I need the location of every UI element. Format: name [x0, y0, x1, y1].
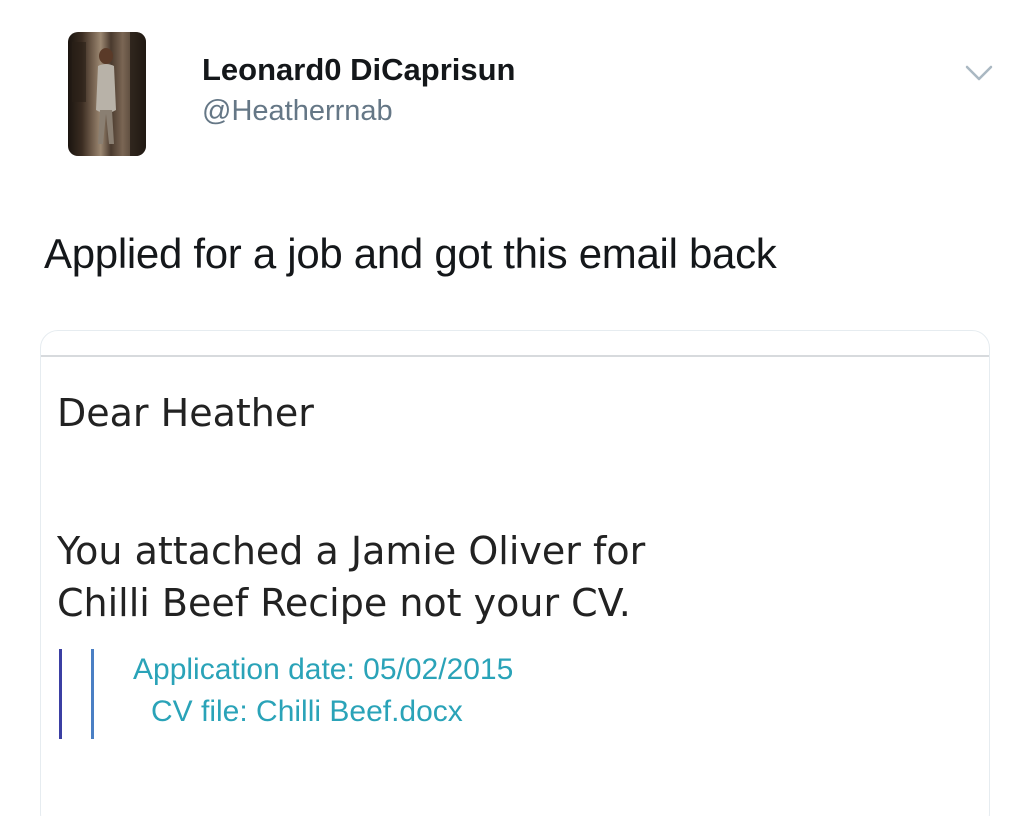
tweet-header: Leonard0 DiCaprisun @Heatherrnab	[68, 30, 1008, 160]
quote-bar	[91, 649, 94, 739]
application-date: Application date: 05/02/2015	[133, 653, 514, 686]
tweet-text: Applied for a job and got this email bac…	[44, 230, 777, 277]
card-divider	[41, 355, 989, 357]
avatar[interactable]	[68, 32, 146, 156]
chevron-down-icon[interactable]	[964, 62, 994, 84]
tweet-media-card[interactable]: Dear Heather You attached a Jamie Oliver…	[40, 330, 990, 816]
email-body: You attached a Jamie Oliver for Chilli B…	[57, 525, 645, 629]
email-body-line: Chilli Beef Recipe not your CV.	[57, 581, 631, 625]
quote-bar	[59, 649, 62, 739]
email-body-line: You attached a Jamie Oliver for	[57, 529, 646, 573]
email-greeting: Dear Heather	[57, 391, 314, 435]
user-handle[interactable]: @Heatherrnab	[202, 94, 516, 128]
avatar-photo-icon	[72, 32, 146, 156]
cv-file: CV file: Chilli Beef.docx	[151, 695, 463, 728]
quoted-details: Application date: 05/02/2015 CV file: Ch…	[133, 649, 513, 733]
user-block: Leonard0 DiCaprisun @Heatherrnab	[202, 52, 516, 128]
display-name[interactable]: Leonard0 DiCaprisun	[202, 52, 516, 88]
